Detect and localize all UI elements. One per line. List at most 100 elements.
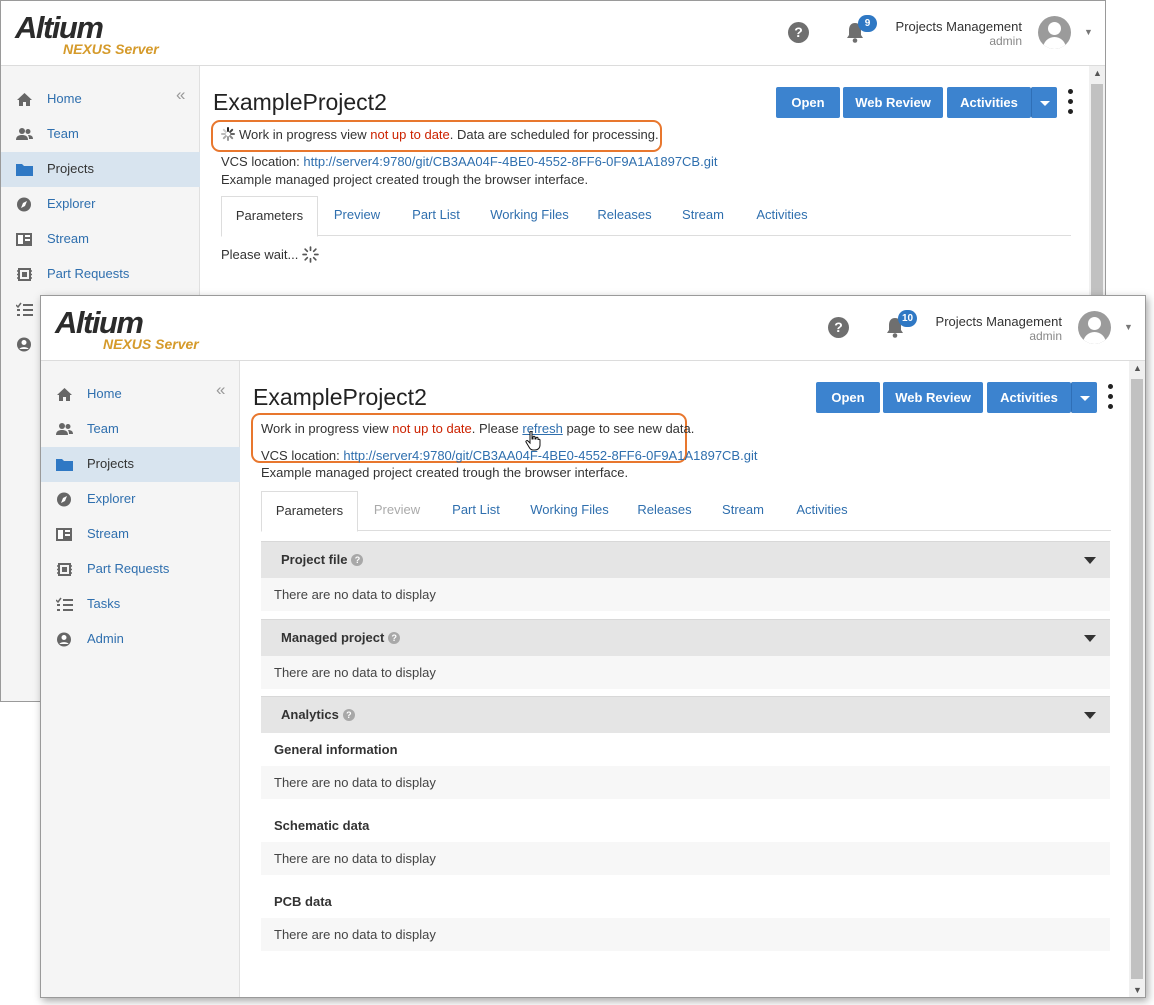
tasks-icon xyxy=(56,597,73,611)
compass-icon xyxy=(17,197,31,212)
activities-button[interactable]: Activities xyxy=(987,382,1071,413)
compass-icon xyxy=(57,492,71,507)
avatar[interactable] xyxy=(1078,311,1111,344)
page-title: ExampleProject2 xyxy=(213,89,387,115)
tab-working-files[interactable]: Working Files xyxy=(521,491,618,531)
open-button[interactable]: Open xyxy=(816,382,880,413)
activities-button[interactable]: Activities xyxy=(947,87,1031,118)
sidebar-item-label: Part Requests xyxy=(87,561,170,576)
web-review-button[interactable]: Web Review xyxy=(883,382,983,413)
scroll-up-icon[interactable]: ▲ xyxy=(1093,68,1102,78)
status-middle: . Please xyxy=(471,421,523,436)
user-name[interactable]: Projects Management xyxy=(896,20,1022,34)
team-icon xyxy=(16,128,33,140)
scroll-up-icon[interactable]: ▲ xyxy=(1133,363,1142,373)
section-project-file[interactable]: Project file? xyxy=(261,541,1110,578)
tab-preview[interactable]: Preview xyxy=(323,196,391,236)
tab-part-list[interactable]: Part List xyxy=(439,491,513,531)
tab-working-files[interactable]: Working Files xyxy=(481,196,578,236)
status-suffix: . Data are scheduled for processing. xyxy=(449,127,659,142)
sidebar-item-explorer[interactable]: Explorer xyxy=(41,482,240,517)
sidebar-item-part-requests[interactable]: Part Requests xyxy=(41,552,240,587)
sidebar-item-team[interactable]: Team xyxy=(41,412,240,447)
notification-badge: 10 xyxy=(898,310,918,327)
subsection-general-information: General information xyxy=(274,742,398,757)
avatar[interactable] xyxy=(1038,16,1071,49)
sidebar-item-stream[interactable]: Stream xyxy=(1,222,200,257)
tab-parameters[interactable]: Parameters xyxy=(221,196,318,237)
home-icon xyxy=(17,93,32,106)
logo-main-text: Altium xyxy=(55,305,144,340)
web-review-button[interactable]: Web Review xyxy=(843,87,943,118)
section-analytics[interactable]: Analytics? xyxy=(261,696,1110,733)
tasks-icon xyxy=(16,302,33,316)
tab-stream[interactable]: Stream xyxy=(711,491,775,531)
altium-logo[interactable]: Altium NEXUS Server xyxy=(15,11,175,59)
scrollbar[interactable]: ▲ ▼ xyxy=(1129,361,1145,997)
sidebar-item-label: Team xyxy=(87,421,119,436)
no-data-row: There are no data to display xyxy=(261,766,1110,799)
open-button[interactable]: Open xyxy=(776,87,840,118)
help-icon[interactable]: ? xyxy=(388,632,401,644)
sidebar-item-explorer[interactable]: Explorer xyxy=(1,187,200,222)
sidebar-item-label: Tasks xyxy=(87,596,121,611)
loading-spinner-icon xyxy=(221,127,235,141)
sidebar-item-home[interactable]: Home xyxy=(41,377,240,412)
chip-icon xyxy=(57,563,72,576)
help-icon[interactable]: ? xyxy=(351,554,364,566)
user-menu-caret-icon[interactable]: ▼ xyxy=(1124,322,1133,332)
user-role: admin xyxy=(1029,329,1062,343)
please-wait-text: Please wait... xyxy=(221,247,299,262)
collapse-caret-icon[interactable] xyxy=(1084,712,1096,719)
more-options-icon[interactable] xyxy=(1065,88,1075,116)
section-managed-project[interactable]: Managed project? xyxy=(261,619,1110,656)
section-title: Project file? xyxy=(281,552,364,568)
home-icon xyxy=(57,388,72,401)
tab-activities[interactable]: Activities xyxy=(784,491,860,531)
collapse-caret-icon[interactable] xyxy=(1084,635,1096,642)
scroll-down-icon[interactable]: ▼ xyxy=(1133,985,1142,995)
folder-icon xyxy=(56,459,73,471)
logo-sub-text: NEXUS Server xyxy=(63,41,159,57)
activities-dropdown-button[interactable] xyxy=(1031,87,1057,118)
more-options-icon[interactable] xyxy=(1105,383,1115,411)
caret-down-icon xyxy=(1079,396,1090,402)
user-name[interactable]: Projects Management xyxy=(936,315,1062,329)
help-icon[interactable]: ? xyxy=(342,709,355,721)
no-data-row: There are no data to display xyxy=(261,918,1110,951)
tab-preview[interactable]: Preview xyxy=(363,491,431,531)
sidebar-item-projects[interactable]: Projects xyxy=(41,447,240,482)
tab-stream[interactable]: Stream xyxy=(671,196,735,236)
tab-activities[interactable]: Activities xyxy=(744,196,820,236)
help-icon[interactable]: ? xyxy=(828,317,849,338)
tab-releases[interactable]: Releases xyxy=(587,196,662,236)
app-header: Altium NEXUS Server ? 9 Projects Managem… xyxy=(1,1,1105,66)
status-message: Work in progress view not up to date. Da… xyxy=(221,127,659,143)
sidebar-item-label: Projects xyxy=(87,456,134,471)
scrollbar-thumb[interactable] xyxy=(1131,379,1143,979)
sidebar-item-tasks[interactable]: Tasks xyxy=(41,587,240,622)
user-menu-caret-icon[interactable]: ▼ xyxy=(1084,27,1093,37)
collapse-caret-icon[interactable] xyxy=(1084,557,1096,564)
status-prefix: Work in progress view xyxy=(261,421,393,436)
hand-cursor-icon xyxy=(525,431,541,451)
sidebar-item-home[interactable]: Home xyxy=(1,82,200,117)
no-data-row: There are no data to display xyxy=(261,842,1110,875)
tab-releases[interactable]: Releases xyxy=(627,491,702,531)
team-icon xyxy=(56,423,73,435)
activities-dropdown-button[interactable] xyxy=(1071,382,1097,413)
vcs-url-link[interactable]: http://server4:9780/git/CB3AA04F-4BE0-45… xyxy=(303,154,717,169)
section-title: Analytics? xyxy=(281,707,355,723)
vcs-url-link[interactable]: http://server4:9780/git/CB3AA04F-4BE0-45… xyxy=(343,448,757,463)
tab-parameters[interactable]: Parameters xyxy=(261,491,358,532)
sidebar-item-stream[interactable]: Stream xyxy=(41,517,240,552)
project-description: Example managed project created trough t… xyxy=(221,172,589,187)
sidebar-item-team[interactable]: Team xyxy=(1,117,200,152)
altium-logo[interactable]: Altium NEXUS Server xyxy=(55,306,215,354)
sidebar-item-admin[interactable]: Admin xyxy=(41,622,240,657)
chip-icon xyxy=(17,268,32,281)
tab-part-list[interactable]: Part List xyxy=(399,196,473,236)
sidebar-item-projects[interactable]: Projects xyxy=(1,152,200,187)
help-icon[interactable]: ? xyxy=(788,22,809,43)
sidebar-item-part-requests[interactable]: Part Requests xyxy=(1,257,200,292)
